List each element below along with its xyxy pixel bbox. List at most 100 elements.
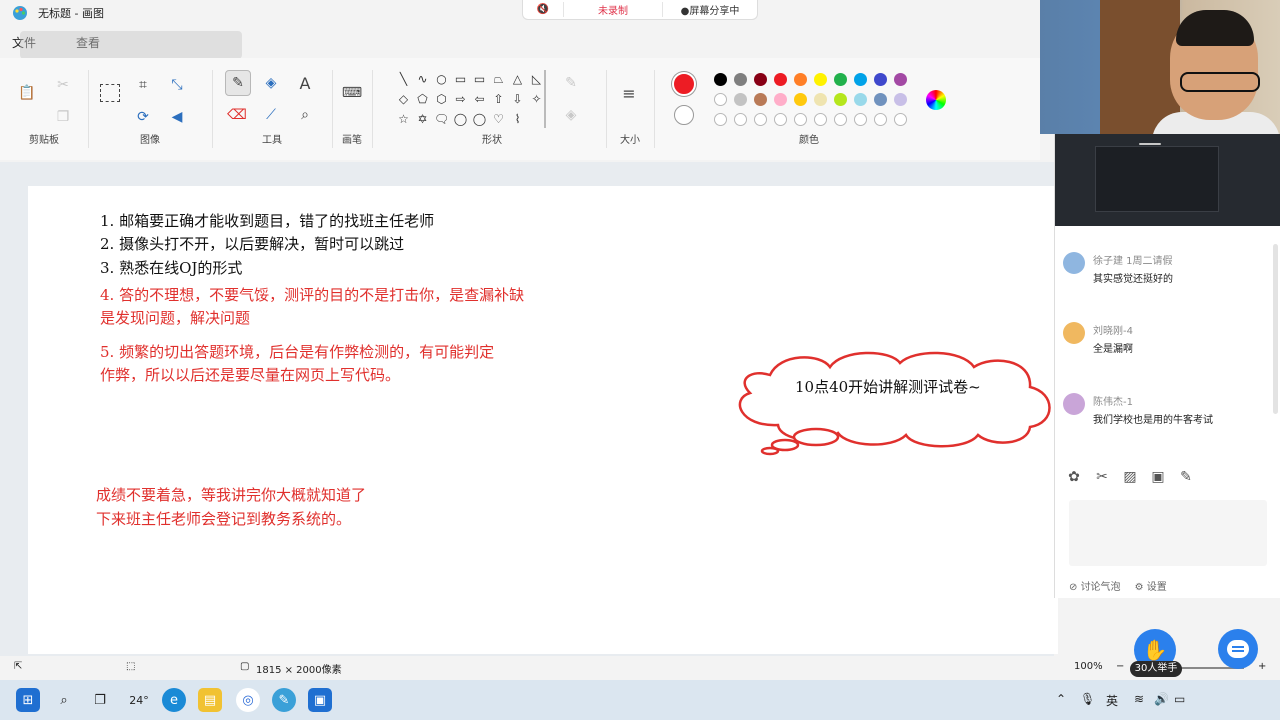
- color-swatch[interactable]: [774, 93, 787, 106]
- cut-icon[interactable]: ✂: [54, 76, 72, 94]
- shape-option[interactable]: ⬠: [413, 90, 432, 108]
- magnifier-icon[interactable]: ⌕: [296, 106, 314, 124]
- shape-option[interactable]: ◯: [451, 110, 470, 128]
- shape-option[interactable]: ♡: [489, 110, 508, 128]
- color-swatch[interactable]: [734, 73, 747, 86]
- color-swatch[interactable]: [814, 93, 827, 106]
- shape-option[interactable]: ⇨: [451, 90, 470, 108]
- shape-option[interactable]: ▭: [470, 70, 489, 88]
- flower-gift-icon[interactable]: ✿: [1065, 468, 1083, 486]
- avatar[interactable]: [1063, 322, 1085, 344]
- shape-option[interactable]: ⏢: [489, 70, 508, 88]
- color-swatch[interactable]: [754, 73, 767, 86]
- shape-option[interactable]: ⬡: [432, 90, 451, 108]
- color-swatch[interactable]: [714, 93, 727, 106]
- screen-share-status[interactable]: ●屏幕分享中: [663, 2, 757, 17]
- paste-icon[interactable]: 📋: [18, 84, 36, 102]
- select-icon[interactable]: [100, 84, 120, 102]
- recording-status[interactable]: 未录制: [563, 2, 663, 17]
- shape-option[interactable]: 🗨: [432, 110, 451, 128]
- settings-button[interactable]: ⚙ 设置: [1135, 578, 1167, 593]
- color-swatch[interactable]: [754, 93, 767, 106]
- custom-color-slot[interactable]: [714, 113, 727, 126]
- line-size-icon[interactable]: ≡: [620, 84, 638, 103]
- pencil-icon[interactable]: ✎: [225, 70, 251, 96]
- webcam-video[interactable]: [1040, 0, 1280, 134]
- screen-thumbnail[interactable]: [1095, 146, 1219, 212]
- battery-icon[interactable]: ▭: [1174, 692, 1185, 706]
- color-swatch[interactable]: [834, 73, 847, 86]
- custom-color-slot[interactable]: [754, 113, 767, 126]
- shape-option[interactable]: ○: [432, 70, 451, 88]
- fill-bucket-icon[interactable]: ◈: [262, 74, 280, 92]
- wifi-icon[interactable]: ≋: [1134, 692, 1144, 706]
- zoom-out-icon[interactable]: −: [1116, 661, 1124, 672]
- chat-toggle-button[interactable]: [1218, 629, 1258, 669]
- resize-icon[interactable]: ⤡: [168, 76, 186, 94]
- file-explorer-icon[interactable]: ▤: [198, 688, 222, 712]
- shape-option[interactable]: ▭: [451, 70, 470, 88]
- color-swatch[interactable]: [814, 73, 827, 86]
- flip-icon[interactable]: ◀: [168, 108, 186, 126]
- tray-expand-icon[interactable]: ⌃: [1056, 692, 1066, 706]
- fill-icon[interactable]: ◈: [562, 106, 580, 124]
- chat-input[interactable]: [1069, 500, 1267, 566]
- color-swatch[interactable]: [774, 73, 787, 86]
- custom-color-slot[interactable]: [774, 113, 787, 126]
- shape-option[interactable]: ✡: [413, 110, 432, 128]
- custom-color-slot[interactable]: [854, 113, 867, 126]
- edge-icon[interactable]: e: [162, 688, 186, 712]
- shape-option[interactable]: ⇧: [489, 90, 508, 108]
- outline-icon[interactable]: ✎: [562, 74, 580, 92]
- chat-scrollbar[interactable]: [1273, 244, 1278, 414]
- color-swatch[interactable]: [734, 93, 747, 106]
- shared-screen-preview[interactable]: [1055, 134, 1280, 226]
- volume-icon[interactable]: 🔊: [1154, 692, 1169, 706]
- color-swatch[interactable]: [874, 73, 887, 86]
- panel-drag-handle[interactable]: [1139, 143, 1161, 145]
- image-upload-icon[interactable]: ▨: [1121, 468, 1139, 486]
- eraser-icon[interactable]: ⌫: [227, 106, 247, 124]
- color-swatch[interactable]: [894, 73, 907, 86]
- shape-option[interactable]: ⇦: [470, 90, 489, 108]
- color-swatch[interactable]: [874, 93, 887, 106]
- color-swatch[interactable]: [794, 93, 807, 106]
- shape-option[interactable]: ⌇: [508, 110, 527, 128]
- shape-option[interactable]: ∿: [413, 70, 432, 88]
- shape-option[interactable]: ☆: [394, 110, 413, 128]
- shape-option[interactable]: △: [508, 70, 527, 88]
- shape-option[interactable]: ╲: [394, 70, 413, 88]
- start-icon[interactable]: ⊞: [16, 688, 40, 712]
- shapes-scrollbar[interactable]: [544, 70, 546, 128]
- color-swatch[interactable]: [834, 93, 847, 106]
- microphone-icon[interactable]: 🎙: [1080, 692, 1095, 706]
- image-rotate-icon[interactable]: ⟳: [134, 108, 152, 126]
- custom-color-slot[interactable]: [734, 113, 747, 126]
- zoom-in-icon[interactable]: +: [1258, 661, 1266, 672]
- brush-icon[interactable]: ⌨: [342, 84, 362, 102]
- weather-icon[interactable]: 24°: [124, 688, 154, 712]
- custom-color-slot[interactable]: [794, 113, 807, 126]
- screenshot-scissors-icon[interactable]: ✂: [1093, 468, 1111, 486]
- task-view-icon[interactable]: ❐: [88, 688, 112, 712]
- color-swatch[interactable]: [854, 93, 867, 106]
- paint-taskbar-icon[interactable]: ✎: [272, 688, 296, 712]
- text-tool-icon[interactable]: A: [296, 74, 314, 93]
- chrome-icon[interactable]: ◎: [236, 688, 260, 712]
- search-icon[interactable]: ⌕: [52, 688, 76, 712]
- color-picker-icon[interactable]: ⟋: [262, 106, 280, 124]
- avatar[interactable]: [1063, 252, 1085, 274]
- avatar[interactable]: [1063, 393, 1085, 415]
- copy-icon[interactable]: ❐: [54, 108, 72, 126]
- custom-color-slot[interactable]: [814, 113, 827, 126]
- shape-option[interactable]: ◇: [394, 90, 413, 108]
- color-swatch[interactable]: [794, 73, 807, 86]
- color-swatch[interactable]: [894, 93, 907, 106]
- shape-option[interactable]: ◯: [470, 110, 489, 128]
- mic-muted-icon[interactable]: 🔇: [523, 4, 563, 15]
- meeting-app-icon[interactable]: ▣: [308, 688, 332, 712]
- image-gallery-icon[interactable]: ▣: [1149, 468, 1167, 486]
- crop-icon[interactable]: ⌗: [134, 76, 152, 94]
- comment-icon[interactable]: ✎: [1177, 468, 1195, 486]
- discussion-bubble-toggle[interactable]: ⊘ 讨论气泡: [1069, 578, 1121, 593]
